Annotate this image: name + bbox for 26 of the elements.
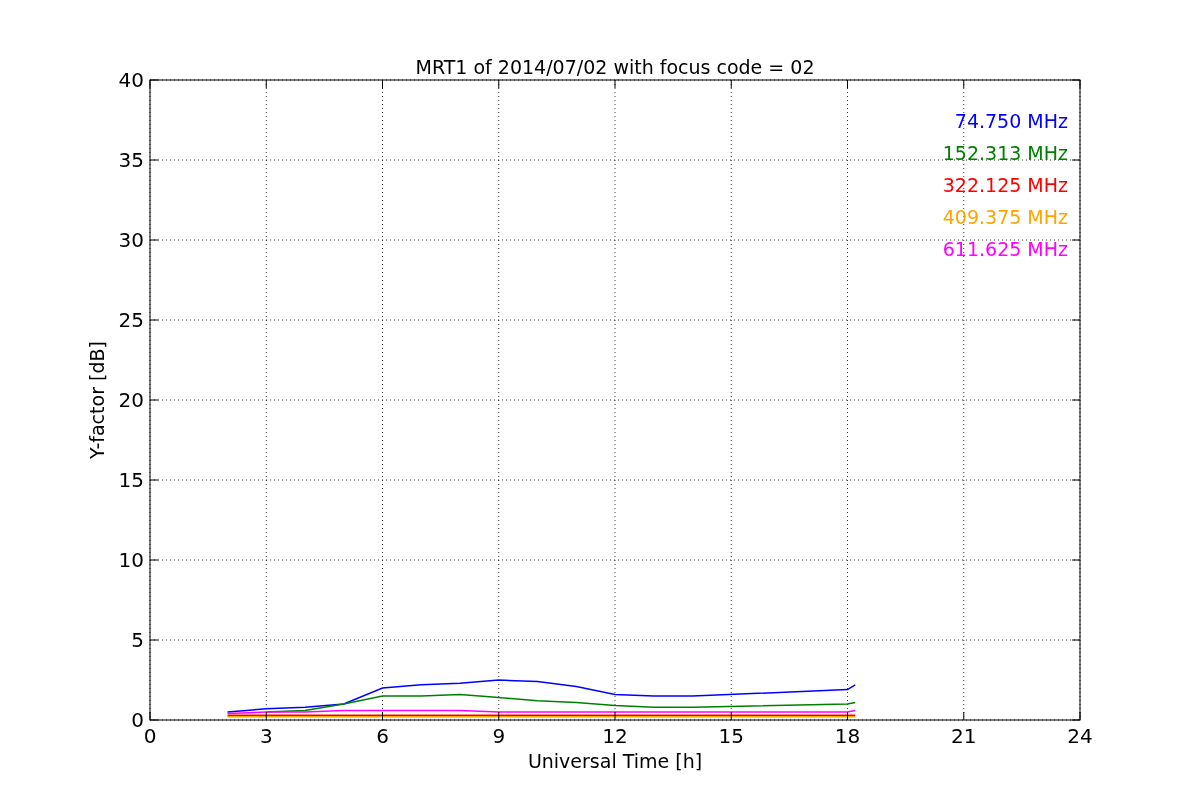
legend-label: 74.750 MHz — [954, 110, 1068, 132]
x-tick-label: 15 — [718, 724, 744, 748]
y-tick-label: 35 — [118, 148, 144, 172]
x-tick-label: 24 — [1067, 724, 1093, 748]
legend-label: 611.625 MHz — [942, 238, 1068, 260]
x-tick-label: 12 — [602, 724, 628, 748]
x-tick-label: 0 — [143, 724, 157, 748]
y-tick-label: 25 — [118, 308, 144, 332]
x-tick-label: 9 — [492, 724, 506, 748]
legend-label: 409.375 MHz — [942, 206, 1068, 228]
y-tick-label: 5 — [131, 628, 144, 652]
legend-label: 322.125 MHz — [942, 174, 1068, 196]
x-tick-label: 21 — [951, 724, 977, 748]
x-axis-label: Universal Time [h] — [527, 750, 703, 772]
chart-title: MRT1 of 2014/07/02 with focus code = 02 — [415, 56, 815, 78]
y-tick-label: 0 — [131, 708, 144, 732]
y-tick-label: 15 — [118, 468, 144, 492]
x-tick-label: 18 — [834, 724, 861, 748]
y-tick-label: 20 — [118, 388, 144, 412]
y-tick-label: 40 — [118, 68, 144, 92]
y-tick-label: 10 — [118, 548, 144, 572]
x-tick-label: 3 — [259, 724, 273, 748]
x-tick-label: 6 — [376, 724, 389, 748]
y-tick-label: 30 — [118, 228, 144, 252]
y-axis-label: Y-factor [dB] — [86, 341, 108, 459]
legend-label: 152.313 MHz — [942, 142, 1068, 164]
